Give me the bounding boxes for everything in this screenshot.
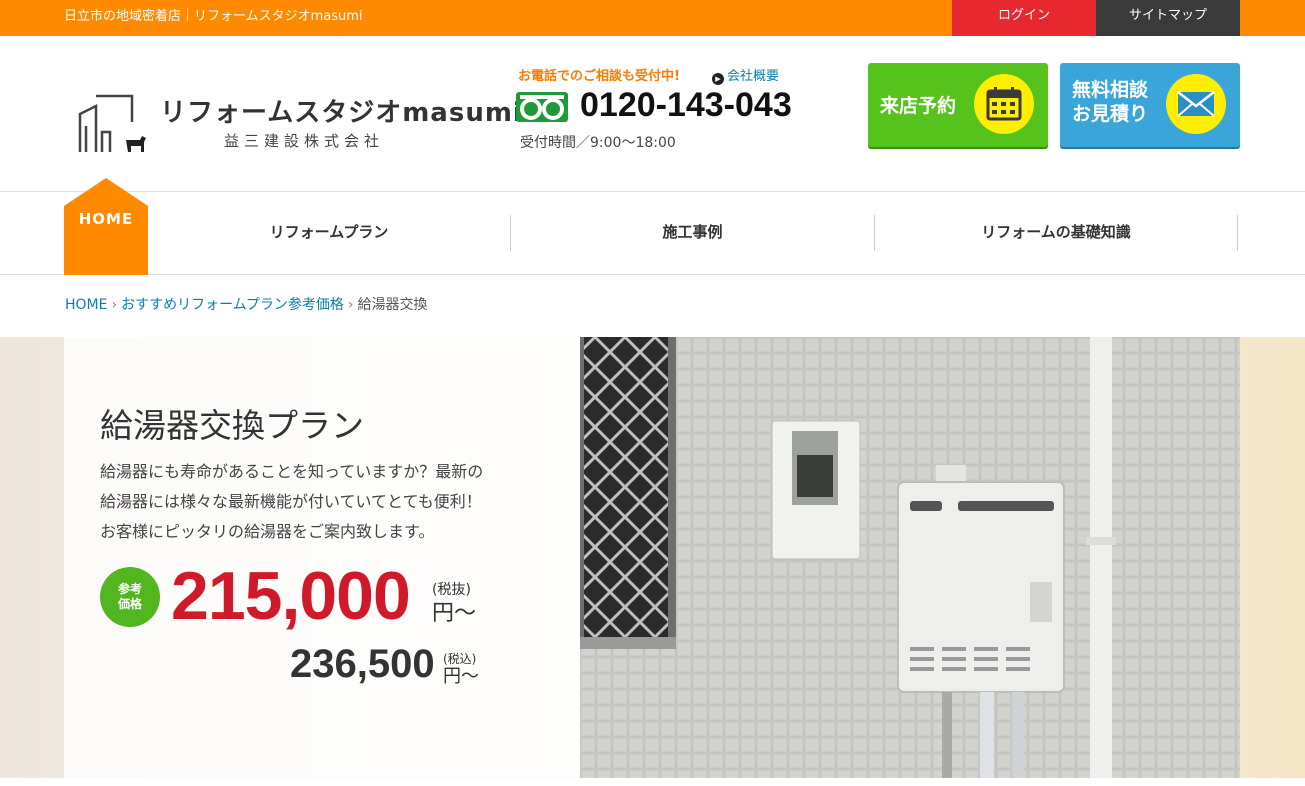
global-nav: HOME リフォームプラン 施工事例 リフォームの基礎知識 xyxy=(0,178,1305,275)
phone-number[interactable]: 0120-143-043 xyxy=(580,86,792,125)
price-tax-included: 236,500 xyxy=(290,642,435,686)
login-button[interactable]: ログイン xyxy=(952,0,1096,36)
water-heater-photo xyxy=(580,337,1240,778)
company-profile-link-label: 会社概要 xyxy=(727,69,780,84)
building-logo-icon xyxy=(78,94,146,152)
chevron-right-icon: › xyxy=(347,297,354,313)
badge-line1: 参考 xyxy=(117,582,142,596)
nav-item-reform-plan[interactable]: リフォームプラン xyxy=(148,192,510,274)
nav-item-basics[interactable]: リフォームの基礎知識 xyxy=(875,192,1237,274)
breadcrumb-parent-link[interactable]: おすすめリフォームプラン参考価格 xyxy=(121,297,344,313)
free-consultation-button[interactable]: 無料相談 お見積り xyxy=(1060,63,1240,147)
calendar-icon xyxy=(974,74,1034,134)
breadcrumb: HOME › おすすめリフォームプラン参考価格 › 給湯器交換 xyxy=(65,294,427,314)
yen-from-label: 円〜 xyxy=(443,666,479,687)
contact-block: お電話でのご相談も受付中! ▶ 会社概要 0120-143-043 受付時間／9:… xyxy=(516,64,836,154)
hero-section: 給湯器交換プラン 給湯器にも寿命があることを知っていますか？最新の 給湯器には様… xyxy=(0,337,1305,778)
logo-company-name: 益三建設株式会社 xyxy=(224,132,385,150)
site-tagline: 日立市の地域密着店｜リフォームスタジオmasumi xyxy=(64,9,363,24)
nav-divider xyxy=(1237,215,1238,251)
top-bar: 日立市の地域密着店｜リフォームスタジオmasumi ログイン サイトマップ xyxy=(0,0,1305,36)
chevron-right-icon: › xyxy=(111,297,118,313)
hero-description-line: 給湯器には様々な最新機能が付いていてとても便利！ xyxy=(100,492,482,511)
visit-reservation-label: 来店予約 xyxy=(880,95,957,117)
freedial-icon xyxy=(516,92,568,122)
phone-consult-text: お電話でのご相談も受付中! xyxy=(518,69,680,84)
logo-brand-name: リフォームスタジオmasumi xyxy=(160,98,523,128)
breadcrumb-home-link[interactable]: HOME xyxy=(65,297,107,313)
breadcrumb-current: 給湯器交換 xyxy=(357,297,428,313)
play-icon: ▶ xyxy=(712,73,724,85)
price-tax-excluded: 215,000 xyxy=(171,558,411,634)
page-title: 給湯器交換プラン xyxy=(100,406,364,445)
hero-description-line: 給湯器にも寿命があることを知っていますか？最新の xyxy=(100,462,484,481)
free-consultation-label: 無料相談 お見積り xyxy=(1072,78,1148,126)
nav-home[interactable]: HOME xyxy=(64,178,148,275)
hero-description-line: お客様にピッタリの給湯器をご案内致します。 xyxy=(100,522,435,541)
reference-price-badge: 参考 価格 xyxy=(100,567,160,627)
yen-from-label: 円〜 xyxy=(432,601,477,626)
hero-description: 給湯器にも寿命があることを知っていますか？最新の 給湯器には様々な最新機能が付い… xyxy=(100,457,550,547)
site-logo[interactable]: リフォームスタジオmasumi 益三建設株式会社 xyxy=(78,92,522,154)
free-consultation-line1: 無料相談 xyxy=(1072,79,1149,101)
company-profile-link[interactable]: ▶ 会社概要 xyxy=(712,65,779,85)
nav-item-case-studies[interactable]: 施工事例 xyxy=(511,192,874,274)
free-consultation-line2: お見積り xyxy=(1072,103,1149,125)
nav-home-label: HOME xyxy=(78,210,134,228)
mail-icon xyxy=(1166,74,1226,134)
sitemap-button[interactable]: サイトマップ xyxy=(1096,0,1240,36)
visit-reservation-button[interactable]: 来店予約 xyxy=(868,63,1048,147)
badge-line2: 価格 xyxy=(117,597,142,611)
business-hours: 受付時間／9:00〜18:00 xyxy=(520,135,676,151)
